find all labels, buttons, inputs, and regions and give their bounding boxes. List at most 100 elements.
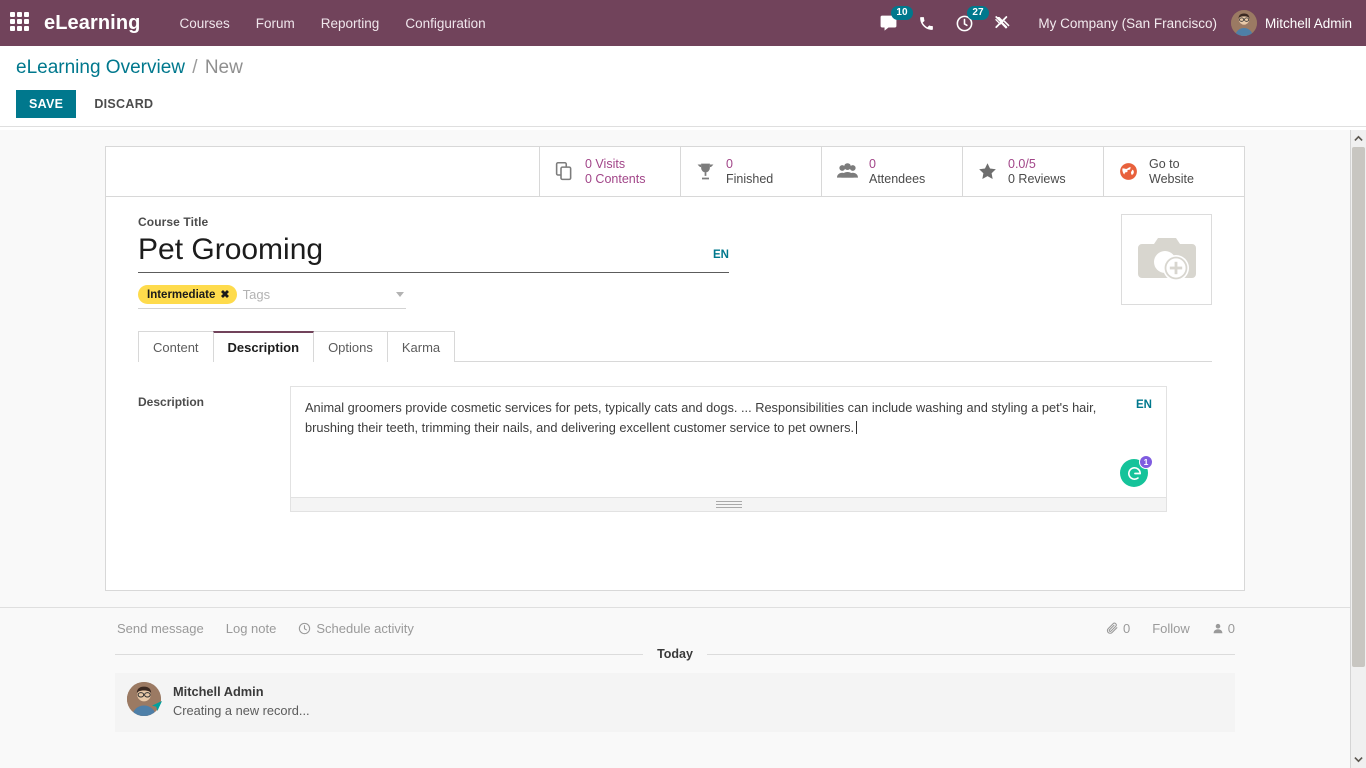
app-brand-elearning[interactable]: eLearning (44, 12, 140, 35)
stat-value-rating: 0.0/5 (1008, 157, 1066, 172)
stat-label-website: Website (1149, 172, 1194, 187)
follow-button[interactable]: Follow (1152, 621, 1190, 636)
chatter-toolbar: Send message Log note Schedule activity (105, 608, 1245, 647)
description-editor[interactable]: Animal groomers provide cosmetic service… (290, 386, 1167, 498)
nav-item-forum[interactable]: Forum (243, 10, 308, 37)
camera-add-icon (1136, 234, 1198, 286)
stat-label-go-to: Go to (1149, 157, 1194, 172)
copy-pages-icon (554, 161, 575, 182)
tab-description[interactable]: Description (213, 331, 315, 362)
form-scroll-area: 0 Visits 0 Contents 0 Finished (0, 130, 1350, 768)
list-item: Mitchell Admin Creating a new record... (115, 673, 1235, 732)
stat-label-attendees: Attendees (869, 172, 925, 187)
schedule-activity-button[interactable]: Schedule activity (298, 621, 414, 636)
stat-value-attendees: 0 (869, 157, 925, 172)
discard-button[interactable]: DISCARD (82, 90, 165, 118)
developer-tools-menu[interactable] (994, 0, 1012, 46)
stat-button-visits[interactable]: 0 Visits 0 Contents (539, 147, 680, 196)
sheet-background: 0 Visits 0 Contents 0 Finished (0, 130, 1350, 742)
stat-text: 0 Attendees (869, 157, 925, 187)
wrench-icon (994, 14, 1012, 32)
avatar (1231, 10, 1257, 36)
tags-field[interactable]: Intermediate ✖ Tags (138, 285, 406, 309)
user-menu[interactable]: Mitchell Admin (1231, 10, 1352, 36)
clock-icon (298, 622, 311, 635)
scrollbar-thumb[interactable] (1352, 147, 1365, 667)
chatter-right-actions: 0 Follow 0 (1084, 621, 1245, 636)
resize-grip-icon[interactable] (290, 498, 1167, 512)
control-panel: eLearning Overview / New SAVE DISCARD (0, 46, 1366, 127)
person-icon (1212, 622, 1224, 635)
grammarly-badge: 1 (1139, 455, 1153, 469)
scrollbar-track[interactable] (1351, 147, 1366, 751)
tab-options[interactable]: Options (313, 331, 388, 362)
stat-value-finished: 0 (726, 157, 773, 172)
description-editor-wrapper: Animal groomers provide cosmetic service… (290, 386, 1167, 512)
breadcrumb-root[interactable]: eLearning Overview (16, 57, 185, 78)
divider-line-right (707, 654, 1235, 655)
course-title-input[interactable]: Pet Grooming (138, 230, 713, 270)
message-avatar-wrapper (127, 682, 161, 716)
stat-button-go-to-website[interactable]: Go to Website (1103, 147, 1244, 196)
stat-button-attendees[interactable]: 0 Attendees (821, 147, 962, 196)
company-switcher[interactable]: My Company (San Francisco) (1038, 16, 1217, 31)
nav-item-configuration[interactable]: Configuration (392, 10, 498, 37)
vertical-scrollbar[interactable] (1350, 130, 1366, 768)
messages-badge: 10 (891, 6, 912, 20)
record-action-buttons: SAVE DISCARD (16, 90, 1350, 118)
description-tab-pane: Description Animal groomers provide cosm… (138, 362, 1212, 540)
save-button[interactable]: SAVE (16, 90, 76, 118)
nav-item-courses[interactable]: Courses (166, 10, 242, 37)
description-value: Animal groomers provide cosmetic service… (305, 400, 1096, 435)
followers-count: 0 (1228, 621, 1235, 636)
breadcrumb: eLearning Overview / New (16, 55, 1350, 81)
activities-menu[interactable]: 27 (955, 0, 974, 46)
tab-karma[interactable]: Karma (387, 331, 455, 362)
course-image-upload[interactable] (1121, 214, 1212, 305)
attachments-button[interactable]: 0 (1106, 621, 1130, 636)
breadcrumb-separator: / (190, 57, 199, 78)
schedule-activity-label: Schedule activity (316, 621, 414, 636)
stat-text: Go to Website (1149, 157, 1194, 187)
stat-text: 0 Finished (726, 157, 773, 187)
tag-label: Intermediate (147, 289, 215, 301)
stat-button-finished[interactable]: 0 Finished (680, 147, 821, 196)
close-icon[interactable]: ✖ (220, 288, 229, 301)
tab-content[interactable]: Content (138, 331, 214, 362)
paper-plane-icon (151, 699, 163, 717)
followers-button[interactable]: 0 (1212, 621, 1235, 636)
stat-text: 0.0/5 0 Reviews (1008, 157, 1066, 187)
message-author: Mitchell Admin (173, 682, 310, 701)
chevron-up-icon[interactable] (1351, 130, 1366, 147)
title-language-badge[interactable]: EN (713, 249, 729, 270)
grammarly-icon[interactable]: 1 (1120, 459, 1148, 487)
description-text[interactable]: Animal groomers provide cosmetic service… (305, 398, 1136, 487)
paperclip-icon (1106, 622, 1119, 635)
attachment-count: 0 (1123, 621, 1130, 636)
log-note-button[interactable]: Log note (226, 621, 277, 636)
chatter: Send message Log note Schedule activity (0, 607, 1350, 742)
course-title-label: Course Title (138, 215, 1212, 229)
users-icon (836, 161, 859, 182)
phone-menu[interactable] (918, 0, 935, 46)
course-title-row: Pet Grooming EN (138, 230, 729, 273)
trophy-icon (695, 161, 716, 182)
chevron-down-icon[interactable] (1351, 751, 1366, 768)
user-name: Mitchell Admin (1265, 16, 1352, 31)
star-icon (977, 161, 998, 182)
send-message-button[interactable]: Send message (117, 621, 204, 636)
apps-grid-icon[interactable] (10, 12, 32, 34)
nav-item-reporting[interactable]: Reporting (308, 10, 393, 37)
tag-chip-intermediate: Intermediate ✖ (138, 285, 237, 304)
breadcrumb-current: New (205, 57, 243, 78)
messages-menu[interactable]: 10 (879, 0, 898, 46)
phone-icon (918, 15, 935, 32)
stat-label-contents: 0 Contents (585, 172, 645, 187)
stat-label-finished: Finished (726, 172, 773, 187)
tags-input[interactable]: Tags (243, 287, 396, 302)
message-content: Mitchell Admin Creating a new record... (173, 682, 310, 721)
chevron-down-icon[interactable] (396, 292, 404, 297)
divider-line-left (115, 654, 643, 655)
stat-button-reviews[interactable]: 0.0/5 0 Reviews (962, 147, 1103, 196)
message-body: Creating a new record... (173, 701, 310, 721)
